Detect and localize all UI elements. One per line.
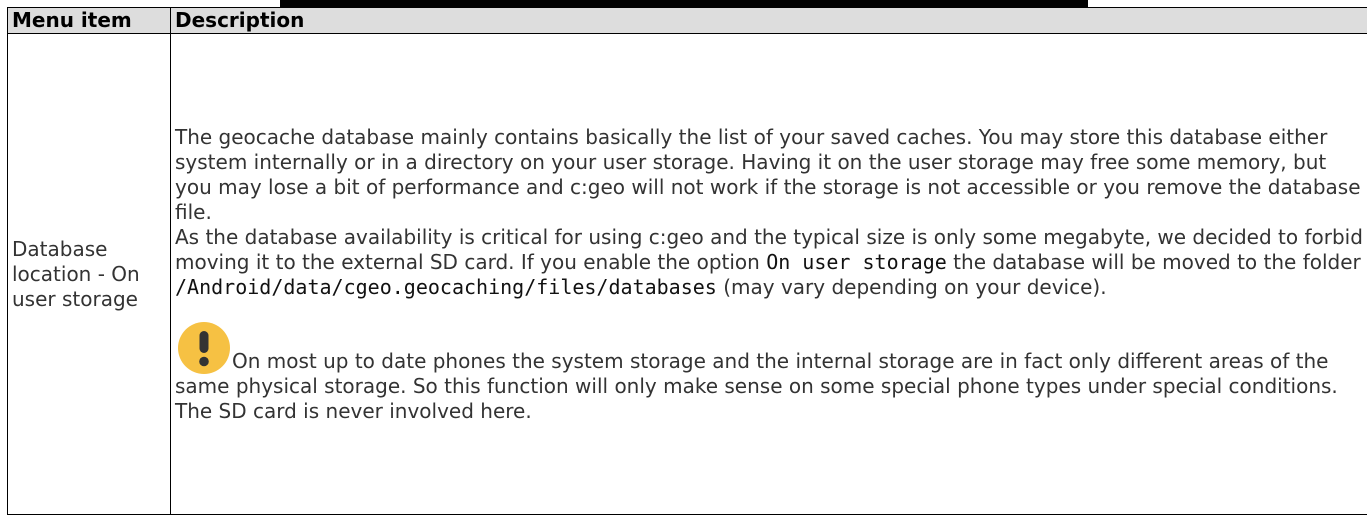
table-row: Database location - On user storage The … [7,33,1367,515]
folder-path-code: /Android/data/cgeo.geocaching/files/data… [175,274,717,299]
option-code: On user storage [766,249,947,274]
note-block: On most up to date phones the system sto… [175,321,1363,424]
location-text-part2: the database will be moved to the folder [946,249,1361,274]
top-black-bar [280,0,1088,7]
note-text: On most up to date phones the system sto… [175,348,1338,423]
settings-menu-table: Menu item Description Database location … [7,7,1367,515]
location-text-part3: (may vary depending on your device). [716,274,1107,299]
exclamation-warning-icon [178,321,230,374]
description-paragraph-database: The geocache database mainly contains ba… [175,124,1361,224]
menu-item-cell: Database location - On user storage [7,33,171,515]
description-paragraph-location: As the database availability is critical… [175,225,1363,300]
description-cell: The geocache database mainly contains ba… [170,33,1367,515]
table-header-row: Menu item Description [7,7,1367,34]
menu-item-column-header: Menu item [7,7,171,34]
description-column-header: Description [170,7,1367,34]
